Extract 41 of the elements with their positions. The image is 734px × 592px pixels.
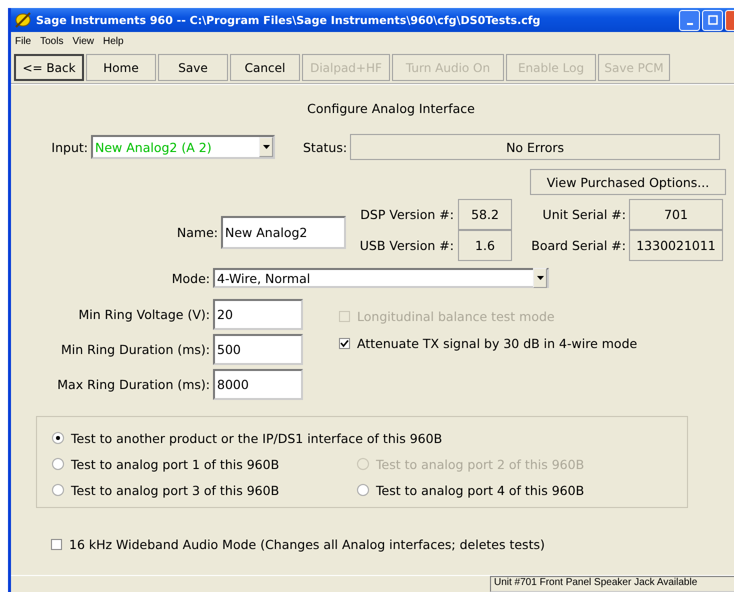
input-label: Input: [50,140,88,154]
toolbar-button[interactable]: Save [158,54,228,81]
version-label: DSP Version #: [359,207,454,222]
field-label: Min Ring Voltage (V): [77,307,210,322]
view-purchased-options-button[interactable]: View Purchased Options... [530,169,726,195]
window-title: Sage Instruments 960 -- C:\Program Files\Sage Instruments\960\cfg\DS0Tests.cfg [36,14,542,26]
serial-label: Unit Serial #: [542,207,626,222]
menu-item[interactable]: View [72,36,94,47]
serial-label: Board Serial #: [530,238,626,253]
status-bar-text: Unit #701 Front Panel Speaker Jack Available [490,576,734,592]
serial-value: 1330021011 [629,230,723,261]
checkbox-label: Longitudinal balance test mode [357,309,555,324]
toolbar-button[interactable]: Home [86,54,156,81]
version-value: 58.2 [458,199,512,230]
field-label: Max Ring Duration (ms): [56,377,210,392]
radio-label: Test to analog port 2 of this 960B [376,456,584,472]
name-field[interactable]: New Analog2 [221,216,346,248]
section-heading: Configure Analog Interface [306,101,476,118]
menu-item[interactable]: Help [102,36,124,47]
radio-label: Test to analog port 1 of this 960B [71,456,280,472]
field-label: Min Ring Duration (ms): [60,342,210,357]
radio-label: Test to another product or the IP/DS1 interface of this 960B [71,430,442,446]
mode-label: Mode: [170,270,210,286]
name-label: Name: [176,224,218,240]
toolbar-button[interactable]: <= Back [14,54,84,81]
status-display: No Errors [350,134,720,160]
status-label: Status: [303,140,348,154]
radio-label: Test to analog port 4 of this 960B [376,482,584,498]
input-field[interactable]: 8000 [213,369,303,400]
radio-label: Test to analog port 3 of this 960B [71,482,280,498]
mode-dropdown[interactable]: 4-Wire, Normal [213,268,549,288]
version-label: USB Version #: [358,238,454,253]
input-field[interactable]: 500 [213,334,303,365]
checkbox-label: 16 kHz Wideband Audio Mode (Changes all Analog interfaces; deletes tests) [69,537,545,552]
menu-item[interactable]: File [15,36,32,47]
toolbar-button[interactable]: Cancel [230,54,300,81]
version-value: 1.6 [458,230,512,261]
menu-item[interactable]: Tools [40,36,64,47]
input-field[interactable]: 20 [213,299,303,330]
checkbox-label: Attenuate TX signal by 30 dB in 4-wire mode [357,336,638,351]
serial-value: 701 [629,199,723,230]
